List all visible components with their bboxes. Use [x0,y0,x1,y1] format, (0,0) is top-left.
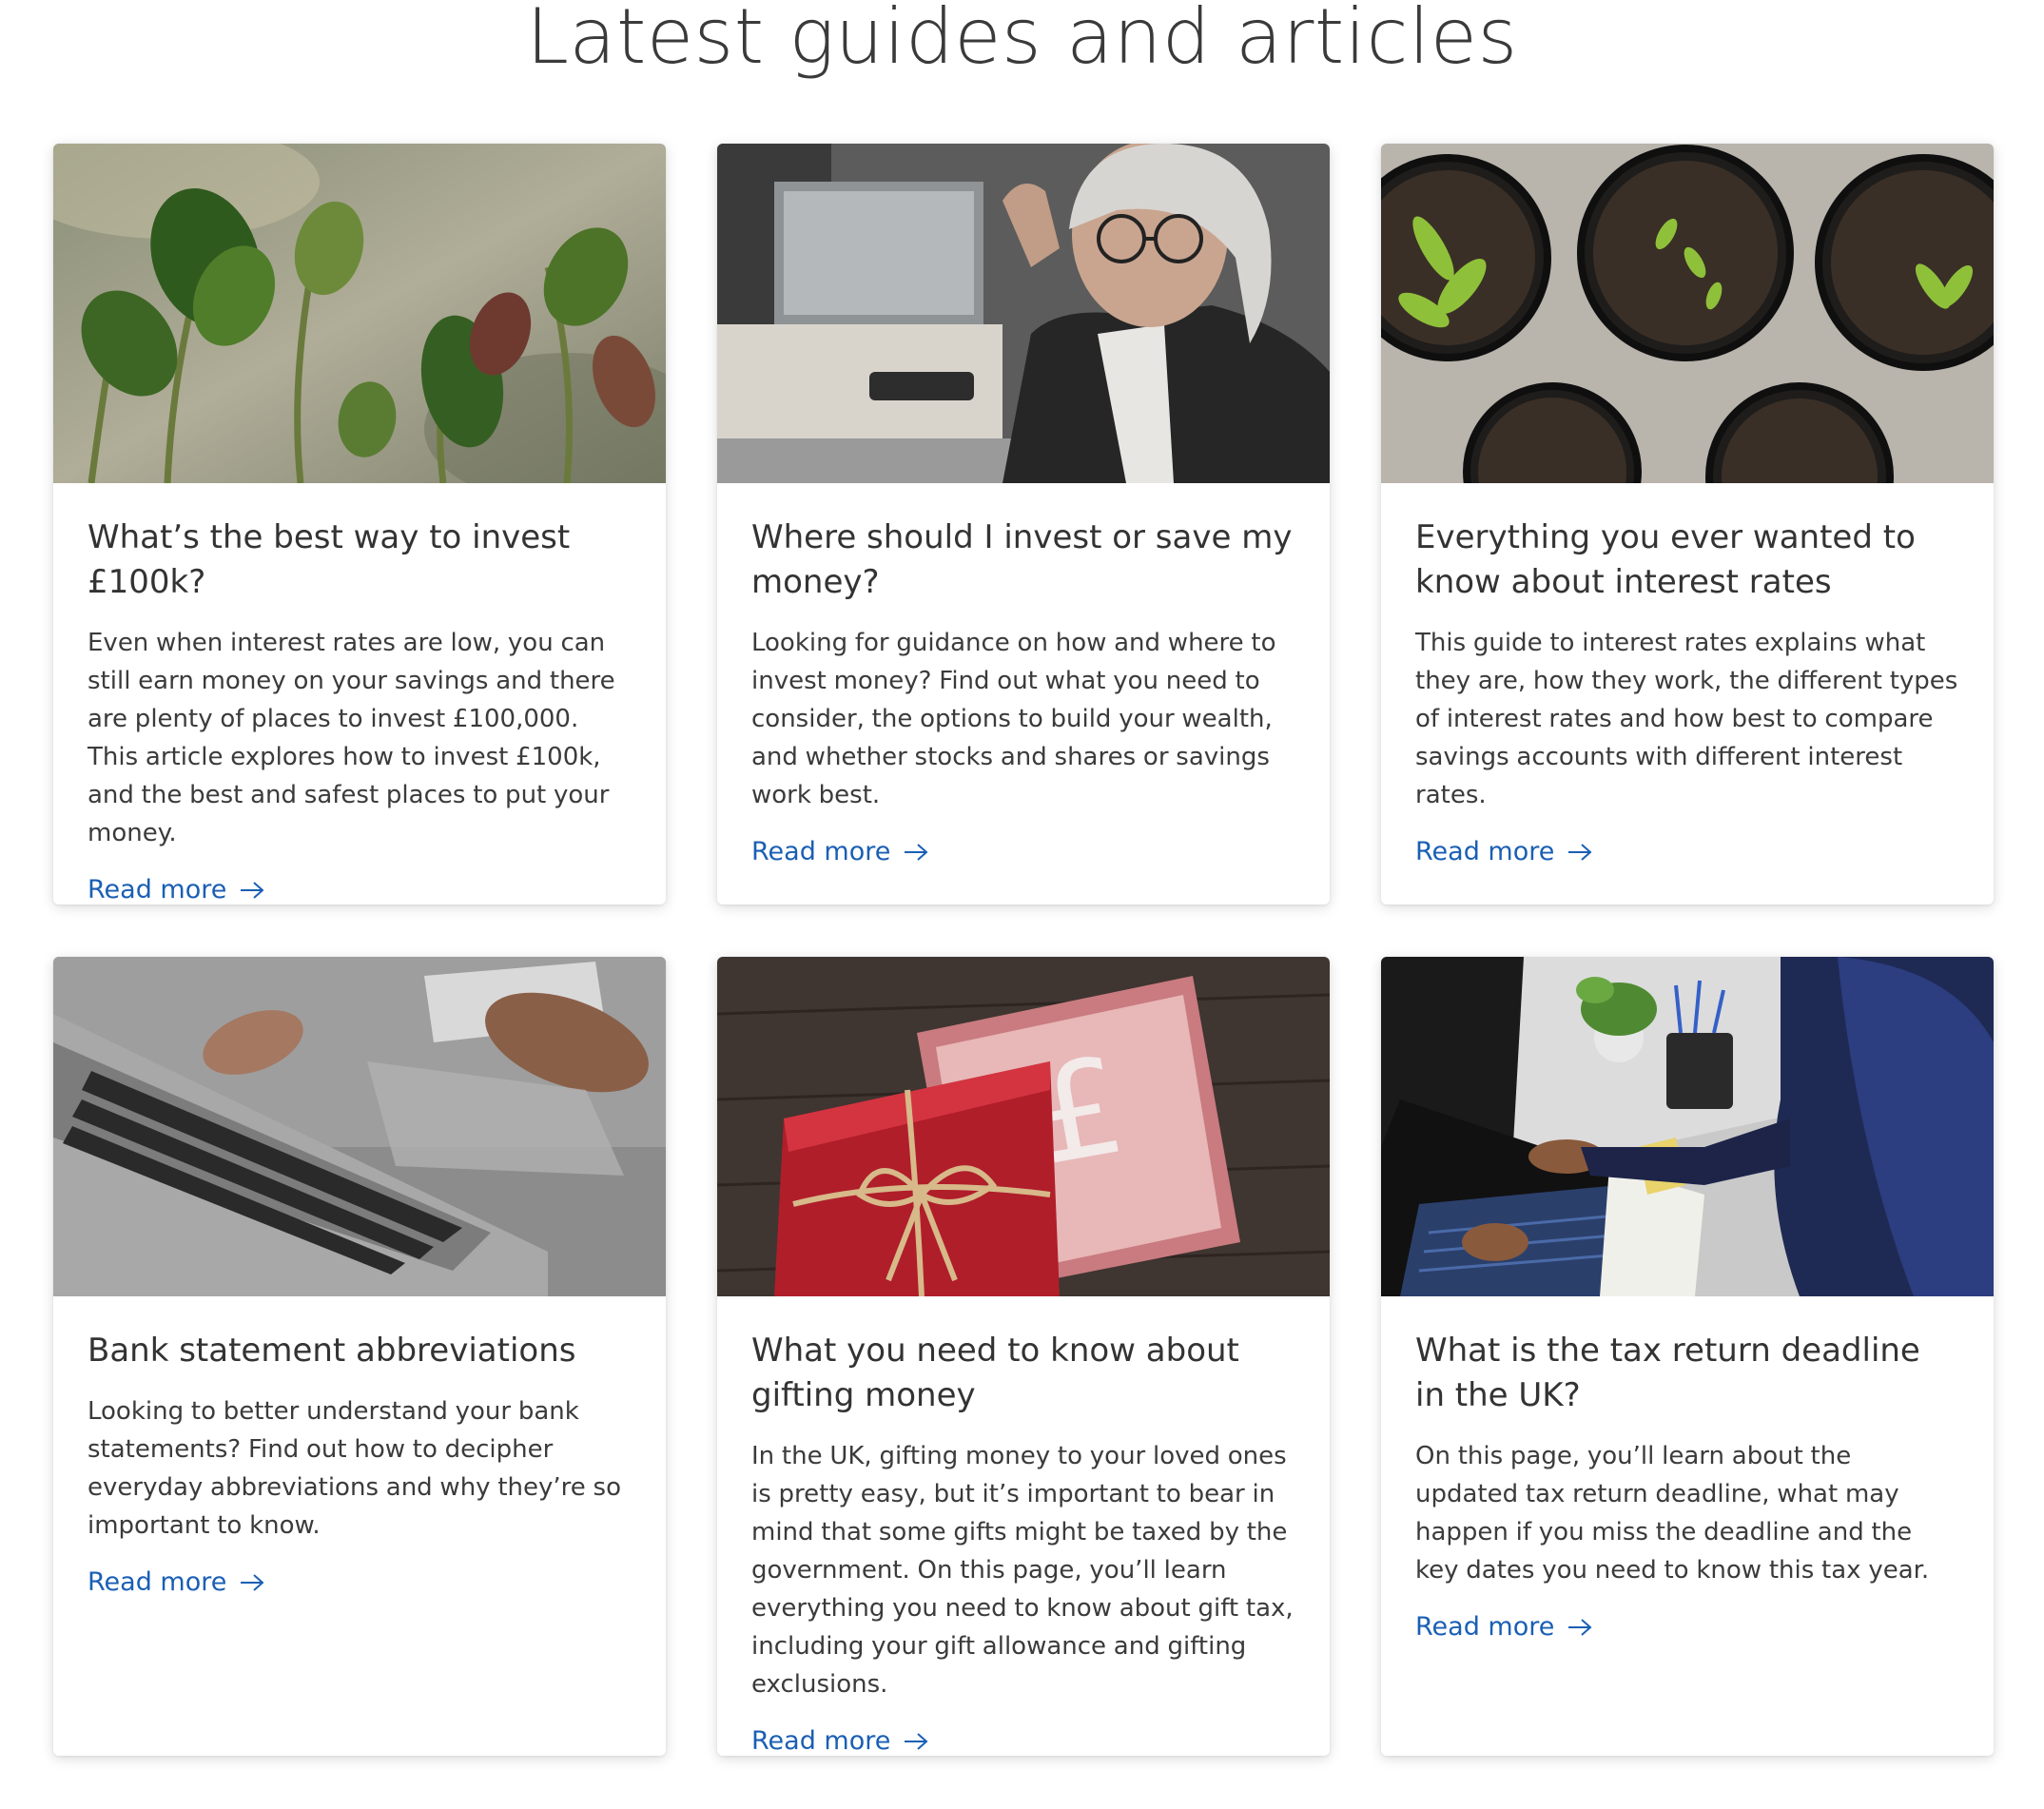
article-summary: Looking to better understand your bank s… [88,1397,621,1540]
article-summary: In the UK, gifting money to your loved o… [751,1442,1294,1699]
arrow-right-icon [240,1573,264,1592]
article-summary: Even when interest rates are low, you ca… [88,629,615,847]
arrow-right-icon [240,881,264,900]
article-summary: This guide to interest rates explains wh… [1415,629,1958,809]
plant-pots-image [1381,144,1994,483]
article-title[interactable]: What you need to know about gifting mone… [751,1329,1295,1418]
article-image[interactable] [717,144,1330,483]
read-more-label: Read more [751,1726,891,1756]
read-more-link[interactable]: Read more [1415,1610,1592,1644]
gift-box-pound-image: £ [717,957,1330,1296]
article-card[interactable]: What is the tax return deadline in the U… [1381,957,1994,1756]
article-image[interactable]: £ [717,957,1330,1296]
arrow-right-icon [904,843,928,862]
woman-with-glasses-image [717,144,1330,483]
laptop-card-image [53,957,666,1296]
article-title[interactable]: What’s the best way to invest £100k? [88,515,632,605]
article-title[interactable]: Where should I invest or save my money? [751,515,1295,605]
article-card[interactable]: What’s the best way to invest £100k? Eve… [53,144,666,904]
article-card[interactable]: Where should I invest or save my money? … [717,144,1330,904]
page-title: Latest guides and articles [526,0,1518,81]
read-more-link[interactable]: Read more [1415,835,1592,869]
article-card[interactable]: £ What you need to know about gifting mo… [717,957,1330,1756]
person-at-laptop-image [1381,957,1994,1296]
read-more-label: Read more [1415,837,1555,866]
article-summary: Looking for guidance on how and where to… [751,629,1276,809]
article-title[interactable]: Everything you ever wanted to know about… [1415,515,1959,605]
article-summary: On this page, you’ll learn about the upd… [1415,1442,1930,1585]
arrow-right-icon [904,1732,928,1751]
article-image[interactable] [53,957,666,1296]
article-image[interactable] [1381,144,1994,483]
read-more-label: Read more [1415,1612,1555,1642]
article-card[interactable]: Everything you ever wanted to know about… [1381,144,1994,904]
read-more-link[interactable]: Read more [88,873,264,904]
arrow-right-icon [1567,1618,1592,1637]
article-title[interactable]: What is the tax return deadline in the U… [1415,1329,1959,1418]
arrow-right-icon [1567,843,1592,862]
article-image[interactable] [1381,957,1994,1296]
read-more-link[interactable]: Read more [88,1566,264,1600]
read-more-link[interactable]: Read more [751,835,928,869]
read-more-label: Read more [751,837,891,866]
seedlings-image [53,144,666,483]
article-card[interactable]: Bank statement abbreviations Looking to … [53,957,666,1756]
read-more-link[interactable]: Read more [751,1724,928,1756]
read-more-label: Read more [88,1567,227,1597]
article-title[interactable]: Bank statement abbreviations [88,1329,632,1373]
article-image[interactable] [53,144,666,483]
read-more-label: Read more [88,875,227,904]
